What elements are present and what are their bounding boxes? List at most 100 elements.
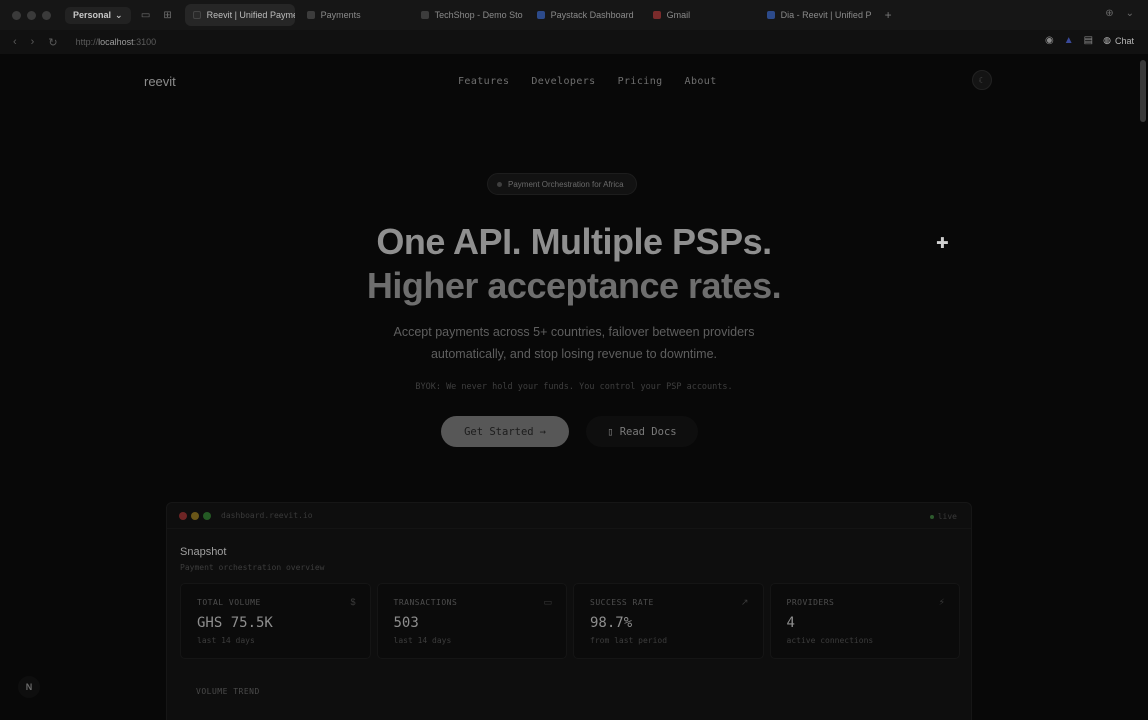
dashboard-window-title: dashboard.reevit.io — [221, 511, 313, 520]
url-scheme: http:// — [75, 37, 99, 47]
browser-tab[interactable]: Payments — [299, 4, 409, 26]
tab-favicon-icon — [536, 11, 545, 19]
tab-favicon-icon — [766, 11, 775, 19]
stat-label: TRANSACTIONS — [393, 598, 458, 607]
url-field[interactable]: http://localhost:3100 — [76, 37, 157, 47]
chevron-down-icon: ⌄ — [115, 9, 123, 20]
nav-link-pricing[interactable]: Pricing — [618, 76, 663, 87]
hero-title-line2: Higher acceptance rates. — [366, 265, 782, 306]
dashboard-subtitle: Payment orchestration overview — [180, 563, 325, 572]
tab-label: Reevit | Unified Payme — [206, 10, 295, 20]
profile-switcher[interactable]: Personal ⌄ — [65, 6, 131, 24]
reader-icon[interactable]: ▤ — [1084, 35, 1093, 46]
hero-title-line1: One API. Multiple PSPs. — [376, 221, 772, 262]
stat-card-transactions: TRANSACTIONS ▭ 503 last 14 days — [376, 583, 567, 659]
chat-button[interactable]: ◍ Chat — [1103, 35, 1134, 46]
tab-favicon-icon — [306, 11, 315, 19]
dashboard-preview: dashboard.reevit.io live Snapshot Paymen… — [166, 502, 972, 720]
new-tab-button[interactable]: + — [885, 8, 892, 22]
tab-label: Dia - Reevit | Unified P — [780, 10, 872, 20]
stat-value: GHS 75.5K — [197, 615, 273, 631]
tab-favicon-icon — [420, 11, 429, 19]
back-icon[interactable]: ‹ — [13, 36, 17, 49]
browser-tab[interactable]: Gmail — [645, 4, 755, 26]
stat-caption: last 14 days — [197, 636, 255, 645]
tab-favicon-icon — [652, 11, 661, 19]
chat-label: Chat — [1114, 35, 1134, 46]
site-nav: Features Developers Pricing About — [458, 76, 717, 87]
hero-note: BYOK: We never hold your funds. You cont… — [415, 382, 733, 392]
hero-subtitle-line1: Accept payments across 5+ countries, fai… — [393, 325, 755, 339]
book-icon: ▯ — [607, 425, 614, 438]
lightning-icon: ⚡ — [938, 597, 945, 607]
dollar-icon: $ — [350, 597, 356, 607]
reload-icon[interactable]: ↻ — [48, 36, 57, 49]
live-indicator: live — [930, 512, 957, 521]
card-icon: ▭ — [543, 597, 552, 607]
browser-tab[interactable]: Dia - Reevit | Unified P — [759, 4, 879, 26]
tab-label: TechShop - Demo Sto — [434, 10, 523, 20]
url-port: :3100 — [133, 37, 157, 47]
tab-label: Payments — [320, 10, 361, 20]
browser-tab[interactable]: Reevit | Unified Payme — [184, 4, 295, 26]
stat-label: SUCCESS RATE — [590, 598, 654, 607]
window-controls[interactable] — [12, 10, 51, 20]
moon-icon: ☾ — [978, 75, 986, 85]
dashboard-window-bar: dashboard.reevit.io live — [167, 503, 971, 529]
nav-link-features[interactable]: Features — [458, 76, 509, 87]
stat-caption: from last period — [590, 636, 668, 645]
chevron-down-icon[interactable]: ⌄ — [1126, 8, 1134, 19]
stats-row: TOTAL VOLUME $ GHS 75.5K last 14 days TR… — [180, 583, 960, 663]
stat-card-total-volume: TOTAL VOLUME $ GHS 75.5K last 14 days — [180, 583, 371, 659]
nav-controls: ‹ › ↻ — [13, 36, 58, 49]
tab-label: Paystack Dashboard — [550, 10, 634, 20]
tab-favicon-icon — [192, 11, 201, 19]
read-docs-button[interactable]: ▯ Read Docs — [586, 416, 698, 447]
site-logo[interactable]: reevit — [144, 74, 176, 89]
tab-label: Gmail — [666, 10, 691, 20]
stat-caption: active connections — [786, 636, 874, 645]
nav-link-developers[interactable]: Developers — [531, 76, 595, 87]
scrollbar[interactable] — [1140, 60, 1146, 122]
browser-tab[interactable]: Paystack Dashboard — [529, 4, 641, 26]
stat-card-success-rate: SUCCESS RATE ↗ 98.7% from last period — [573, 583, 764, 659]
tab-bar-actions: ⊕ ⌄ — [1105, 8, 1134, 19]
tab-overview-icon[interactable]: ⊞ — [161, 8, 175, 22]
address-bar-actions: ◉ ▲ ▤ ◍ Chat — [1045, 35, 1134, 46]
theme-toggle-button[interactable]: ☾ — [972, 70, 992, 90]
stat-caption: last 14 days — [393, 636, 452, 645]
get-started-label: Get Started — [464, 425, 534, 438]
sidebar-toggle-icon[interactable]: ▭ — [139, 8, 153, 22]
page-viewport: reevit Features Developers Pricing About… — [0, 54, 1148, 720]
stat-label: TOTAL VOLUME — [197, 598, 261, 607]
chat-icon: ◍ — [1103, 35, 1111, 45]
browser-tab-bar: Personal ⌄ ▭ ⊞ Reevit | Unified Payme Pay… — [0, 0, 1148, 30]
stat-card-providers: PROVIDERS ⚡ 4 active connections — [769, 583, 960, 659]
arrow-right-icon: → — [539, 425, 546, 438]
address-bar: ‹ › ↻ http://localhost:3100 ◉ ▲ ▤ ◍ Chat — [0, 30, 1148, 54]
stat-value: 503 — [393, 615, 419, 631]
forward-icon[interactable]: › — [31, 36, 35, 49]
get-started-button[interactable]: Get Started → — [441, 416, 569, 447]
stat-value: 4 — [786, 615, 795, 631]
read-docs-label: Read Docs — [619, 425, 677, 438]
downloads-icon[interactable]: ⊕ — [1105, 8, 1113, 19]
dashboard-title: Snapshot — [180, 546, 227, 558]
window-dots — [179, 511, 211, 520]
volume-trend-label: VOLUME TREND — [196, 687, 260, 696]
trend-up-icon: ↗ — [740, 597, 749, 607]
extension-icon[interactable]: ▲ — [1064, 35, 1074, 46]
nav-link-about[interactable]: About — [685, 76, 717, 87]
browser-tab[interactable]: TechShop - Demo Sto — [413, 4, 525, 26]
dev-tools-badge[interactable]: N — [18, 676, 40, 698]
url-host: localhost — [98, 37, 134, 47]
cursor-crosshair-icon: ✚ — [936, 235, 949, 252]
tab-strip: Reevit | Unified Payme Payments TechShop -… — [184, 4, 879, 26]
profile-label: Personal — [73, 10, 112, 20]
stat-value: 98.7% — [590, 615, 633, 631]
site-header: reevit Features Developers Pricing About… — [144, 70, 992, 90]
extension-icon[interactable]: ◉ — [1045, 35, 1054, 46]
stat-label: PROVIDERS — [786, 598, 835, 607]
hero-subtitle-line2: automatically, and stop losing revenue t… — [430, 347, 718, 361]
hero-badge: Payment Orchestration for Africa — [487, 173, 637, 195]
